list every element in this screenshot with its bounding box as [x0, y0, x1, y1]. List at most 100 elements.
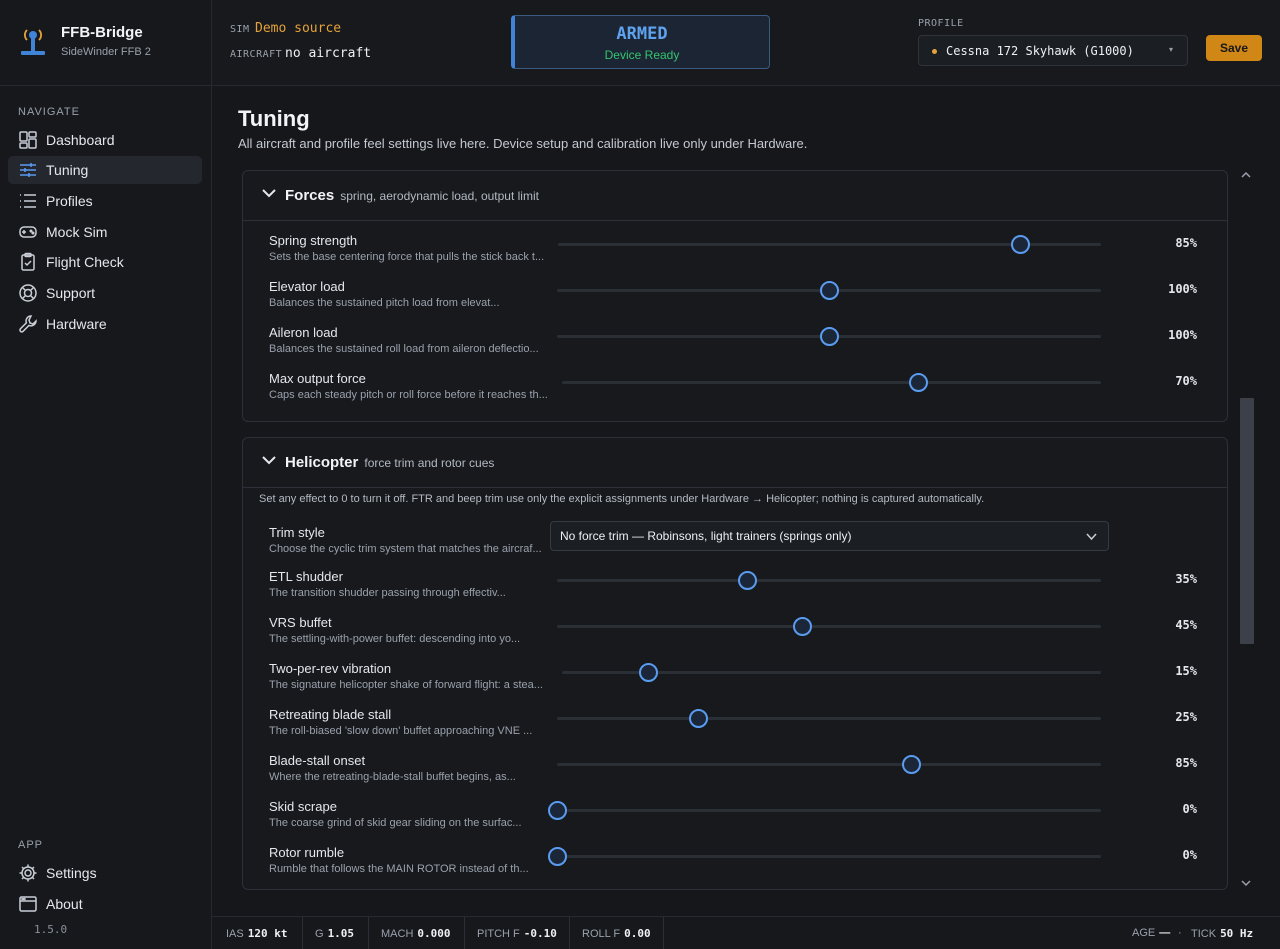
setting-slider[interactable] [558, 235, 1101, 254]
setting-slider[interactable] [557, 617, 1101, 636]
setting-slider[interactable] [557, 281, 1101, 300]
section-header[interactable]: Forces spring, aerodynamic load, output l… [243, 171, 1227, 221]
setting-name: Trim style [269, 525, 325, 540]
setting-row: Rotor rumble Rumble that follows the MAIN… [243, 845, 1227, 885]
setting-description: The transition shudder passing through e… [269, 587, 506, 599]
slider-thumb[interactable] [548, 847, 567, 866]
divider [368, 917, 369, 949]
chevron-down-icon [1086, 533, 1097, 541]
main-content: Tuning All aircraft and profile feel set… [212, 86, 1280, 916]
scrollbar-thumb[interactable] [1240, 398, 1254, 644]
setting-name: ETL shudder [269, 569, 343, 584]
setting-slider[interactable] [562, 663, 1101, 682]
sidebar-item-dashboard[interactable]: Dashboard [8, 126, 202, 154]
sidebar-item-settings[interactable]: Settings [8, 859, 202, 887]
slider-thumb[interactable] [820, 327, 839, 346]
section-header[interactable]: Helicopter force trim and rotor cues [243, 438, 1227, 488]
profile-select-value: Cessna 172 Skyhawk (G1000) [946, 44, 1134, 58]
sidebar-item-profiles[interactable]: Profiles [8, 187, 202, 215]
setting-value: 100% [1168, 328, 1197, 342]
profile-dot-icon [932, 49, 937, 54]
status-value: 1.05 [327, 927, 355, 940]
profile-select[interactable]: Cessna 172 Skyhawk (G1000) ▾ [918, 35, 1188, 66]
sidebar-item-flight-check[interactable]: Flight Check [8, 248, 202, 276]
section-title-text: Helicopter [285, 454, 359, 471]
status-separator-dot: · [1178, 927, 1182, 939]
section-subtitle: spring, aerodynamic load, output limit [340, 189, 539, 203]
caret-down-icon: ▾ [1168, 45, 1173, 54]
divider [663, 917, 664, 949]
setting-name: Elevator load [269, 279, 345, 294]
slider-thumb[interactable] [901, 755, 921, 774]
setting-value: 85% [1175, 236, 1197, 250]
lifebuoy-icon [19, 284, 37, 302]
setting-description: The coarse grind of skid gear sliding on… [269, 817, 522, 829]
sidebar-item-label: Support [46, 285, 96, 301]
setting-value: 15% [1175, 664, 1197, 678]
slider-thumb[interactable] [738, 571, 758, 590]
scroll-down-icon[interactable] [1241, 878, 1251, 888]
sidebar-item-label: Flight Check [46, 254, 124, 270]
sim-value: Demo source [255, 21, 342, 36]
setting-slider[interactable] [548, 847, 1101, 866]
setting-row: Retreating blade stall The roll-biased 's… [243, 707, 1227, 747]
setting-description: Rumble that follows the MAIN ROTOR inste… [269, 863, 529, 875]
slider-thumb[interactable] [908, 373, 928, 392]
sidebar-item-support[interactable]: Support [8, 279, 202, 307]
setting-slider[interactable] [548, 801, 1101, 820]
slider-thumb[interactable] [792, 617, 812, 636]
chevron-down-icon [262, 456, 276, 465]
aircraft-value: no aircraft [285, 46, 372, 61]
setting-value: 0% [1182, 848, 1197, 862]
dashboard-icon [19, 131, 37, 149]
sidebar-item-label: Profiles [46, 193, 93, 209]
brand: FFB-Bridge SideWinder FFB 2 [0, 0, 211, 86]
setting-row: ETL shudder The transition shudder passin… [243, 569, 1227, 609]
section-helicopter: Helicopter force trim and rotor cues Set … [242, 437, 1228, 890]
setting-value: 25% [1175, 710, 1197, 724]
slider-thumb[interactable] [639, 663, 659, 682]
page-subtitle: All aircraft and profile feel settings l… [238, 136, 808, 151]
setting-slider[interactable] [557, 327, 1101, 346]
status-mach: MACH 0.000 [381, 927, 451, 940]
section-title-text: Forces [285, 187, 335, 204]
setting-slider[interactable] [557, 755, 1101, 774]
sidebar-item-tuning[interactable]: Tuning [8, 156, 202, 184]
setting-slider[interactable] [557, 709, 1101, 728]
trim-style-select[interactable]: No force trim — Robinsons, light trainer… [550, 521, 1109, 551]
setting-row: Elevator load Balances the sustained pitc… [243, 279, 1227, 319]
slider-thumb[interactable] [689, 709, 709, 728]
save-button[interactable]: Save [1206, 35, 1262, 61]
setting-row-trim-style: Trim style Choose the cyclic trim system… [243, 521, 1227, 565]
scrollbar[interactable] [1238, 166, 1254, 888]
scroll-up-icon[interactable] [1241, 170, 1251, 180]
setting-slider[interactable] [562, 373, 1101, 392]
setting-description: Where the retreating-blade-stall buffet … [269, 771, 516, 783]
slider-thumb[interactable] [820, 281, 839, 300]
setting-value: 35% [1175, 572, 1197, 586]
setting-description: Sets the base centering force that pulls… [269, 251, 545, 263]
setting-name: Two-per-rev vibration [269, 661, 392, 676]
slider-thumb[interactable] [548, 801, 567, 820]
setting-value: 45% [1175, 618, 1197, 632]
status-roll: ROLL F 0.00 [582, 927, 651, 940]
setting-slider[interactable] [557, 571, 1101, 590]
top-bar: SIM Demo source AIRCRAFT no aircraft ARM… [212, 0, 1280, 86]
joystick-logo-icon [21, 29, 45, 55]
sidebar-item-hardware[interactable]: Hardware [8, 310, 202, 338]
setting-name: Skid scrape [269, 799, 337, 814]
setting-value: 0% [1182, 802, 1197, 816]
setting-value: 85% [1175, 756, 1197, 770]
setting-name: Blade-stall onset [269, 753, 366, 768]
section-title: Forces spring, aerodynamic load, output l… [285, 187, 539, 204]
slider-thumb[interactable] [1010, 235, 1030, 254]
setting-name: Retreating blade stall [269, 707, 392, 722]
setting-description: The roll-biased 'slow down' buffet appro… [269, 725, 533, 737]
sim-label: SIM [230, 24, 250, 35]
sidebar-item-about[interactable]: About [8, 890, 202, 918]
sidebar-item-mock-sim[interactable]: Mock Sim [8, 218, 202, 246]
page-title: Tuning [238, 106, 310, 131]
setting-description: The signature helicopter shake of forwar… [269, 679, 543, 691]
setting-value: 100% [1168, 282, 1197, 296]
app-window: FFB-Bridge SideWinder FFB 2 NAVIGATE Das… [0, 0, 1280, 949]
